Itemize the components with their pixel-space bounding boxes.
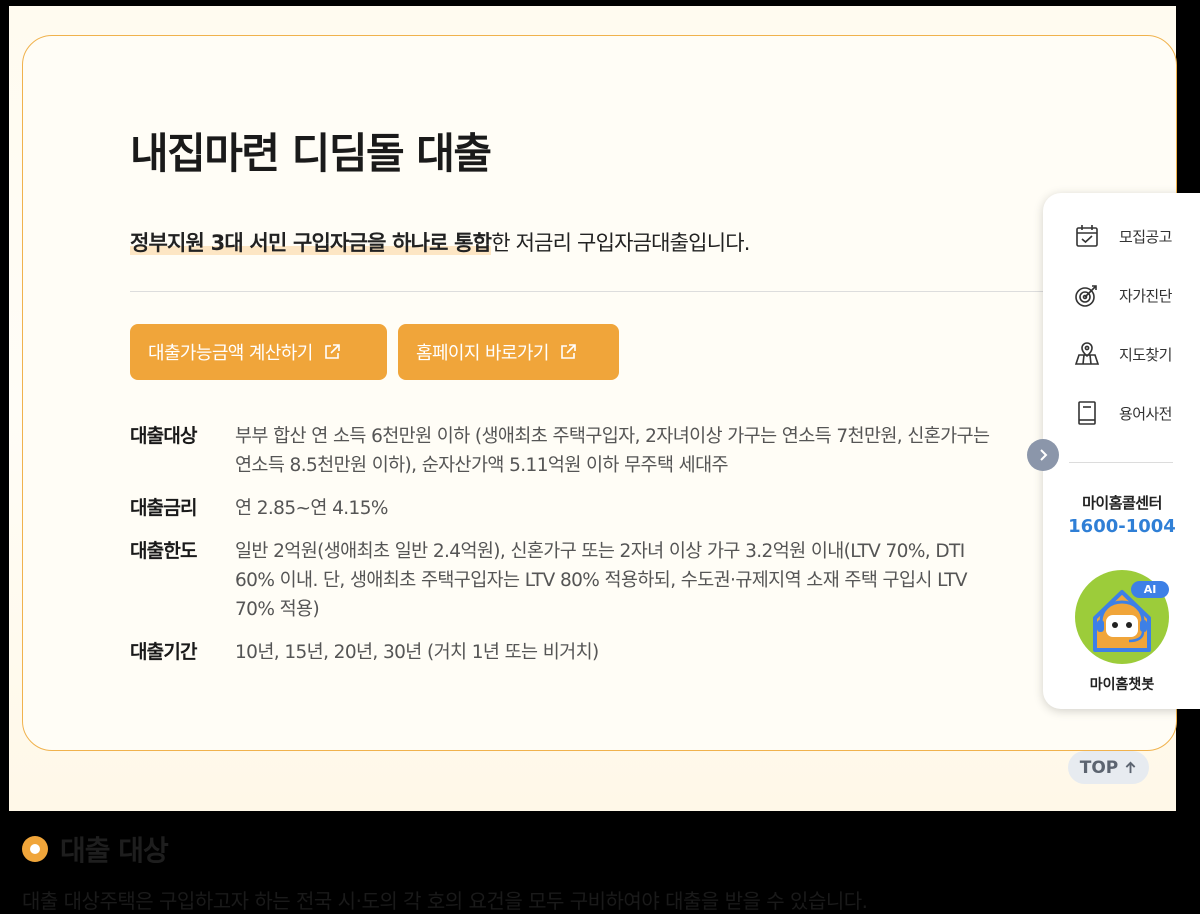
call-center-number[interactable]: 1600-1004 (1043, 516, 1200, 537)
quick-item-map[interactable]: 지도찾기 (1073, 340, 1172, 368)
quick-item-notice[interactable]: 모집공고 (1073, 222, 1172, 250)
target-icon (1075, 285, 1097, 307)
page-title: 내집마련 디딤돌 대출 (130, 129, 492, 178)
section-heading: 대출 대상 (22, 829, 169, 869)
calc-button-label: 대출가능금액 계산하기 (148, 343, 313, 364)
homepage-button-label: 홈페이지 바로가기 (416, 343, 549, 364)
top-button-label: TOP (1079, 757, 1119, 778)
ai-badge: AI (1131, 581, 1169, 598)
homepage-button[interactable]: 홈페이지 바로가기 (398, 324, 619, 380)
info-value: 연 2.85~연 4.15% (235, 498, 388, 519)
info-row-target: 대출대상 부부 합산 연 소득 6천만원 이하 (생애최초 주택구입자, 2자녀… (130, 422, 1050, 480)
info-value: 10년, 15년, 20년, 30년 (거치 1년 또는 비거치) (235, 642, 599, 663)
quick-item-label: 지도찾기 (1119, 345, 1172, 364)
divider (130, 291, 1050, 292)
quick-menu-divider (1069, 462, 1173, 463)
info-value: 일반 2억원(생애최초 일반 2.4억원), 신혼가구 또는 2자녀 이상 가구… (235, 541, 968, 620)
info-row-rate: 대출금리 연 2.85~연 4.15% (130, 494, 1050, 523)
quick-item-self-check[interactable]: 자가진단 (1073, 281, 1172, 309)
external-link-icon (324, 344, 340, 359)
info-label: 대출금리 (130, 497, 198, 519)
scroll-top-button[interactable]: TOP (1068, 751, 1149, 784)
quick-item-label: 용어사전 (1119, 404, 1172, 423)
quick-item-glossary[interactable]: 용어사전 (1073, 399, 1172, 427)
loan-subtitle: 정부지원 3대 서민 구입자금을 하나로 통합한 저금리 구입자금대출입니다. (130, 227, 750, 257)
external-link-icon (561, 344, 576, 359)
calendar-check-icon (1076, 225, 1098, 247)
section-body: 대출 대상주택은 구입하고자 하는 전국 시·도의 각 호의 요건을 모두 구비… (22, 889, 868, 913)
quick-menu-toggle-button[interactable] (1027, 439, 1059, 471)
info-label: 대출한도 (130, 540, 198, 562)
chevron-right-icon (1040, 449, 1048, 461)
calc-loan-amount-button[interactable]: 대출가능금액 계산하기 (130, 324, 387, 380)
quick-menu: 모집공고 자가진단 지도찾기 용어사전 마이홈콜센터 1600-1004 AI (1043, 193, 1200, 709)
section-title: 대출 대상 (60, 834, 169, 867)
info-label: 대출기간 (130, 641, 198, 663)
arrow-up-icon (1125, 761, 1136, 774)
subtitle-rest: 한 저금리 구입자금대출입니다. (491, 231, 750, 255)
chatbot-label[interactable]: 마이홈챗봇 (1043, 674, 1200, 694)
call-center-label: 마이홈콜센터 (1082, 494, 1162, 512)
quick-item-label: 모집공고 (1119, 227, 1172, 246)
info-value: 부부 합산 연 소득 6천만원 이하 (생애최초 주택구입자, 2자녀이상 가구… (235, 426, 990, 476)
info-label: 대출대상 (130, 425, 198, 447)
bullet-icon (22, 836, 48, 862)
map-pin-icon (1074, 342, 1100, 365)
info-row-limit: 대출한도 일반 2억원(생애최초 일반 2.4억원), 신혼가구 또는 2자녀 … (130, 537, 1050, 624)
book-icon (1078, 401, 1096, 425)
subtitle-highlight: 정부지원 3대 서민 구입자금을 하나로 통합 (130, 231, 492, 255)
info-row-period: 대출기간 10년, 15년, 20년, 30년 (거치 1년 또는 비거치) (130, 638, 1050, 667)
quick-item-label: 자가진단 (1119, 286, 1172, 305)
